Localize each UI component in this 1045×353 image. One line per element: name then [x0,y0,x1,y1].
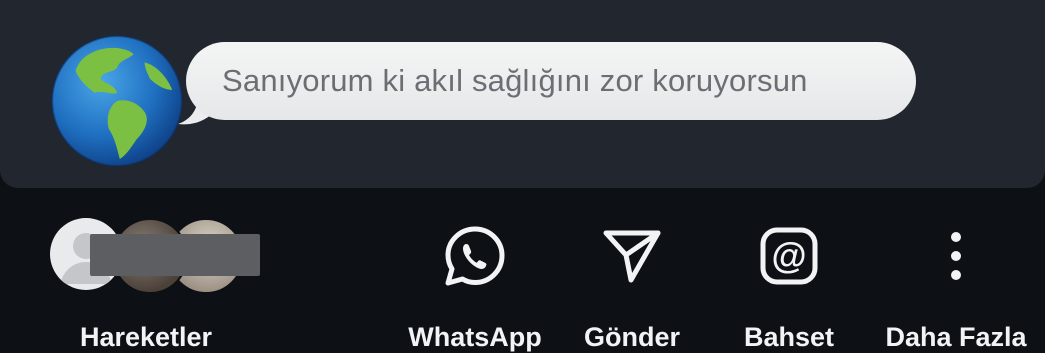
share-label-whatsapp: WhatsApp [408,322,542,352]
send-button[interactable] [600,224,664,288]
globe-americas-icon [51,35,183,167]
share-label-send: Gönder [583,322,681,352]
message-bubble: Sanıyorum ki akıl sağlığını zor koruyors… [186,42,916,120]
at-icon: @ [760,227,818,285]
redaction-bar [90,234,260,276]
more-vertical-icon [951,232,961,280]
whatsapp-icon [445,226,505,286]
share-label-mention: Bahset [743,322,835,352]
more-button[interactable] [924,224,988,288]
whatsapp-button[interactable] [443,224,507,288]
send-icon [603,230,661,283]
svg-text:@: @ [771,235,806,276]
share-label-activity: Hareketler [79,322,213,352]
mention-button[interactable]: @ [757,224,821,288]
share-label-more: Daha Fazla [885,322,1027,352]
message-text: Sanıyorum ki akıl sağlığını zor koruyors… [222,63,808,98]
